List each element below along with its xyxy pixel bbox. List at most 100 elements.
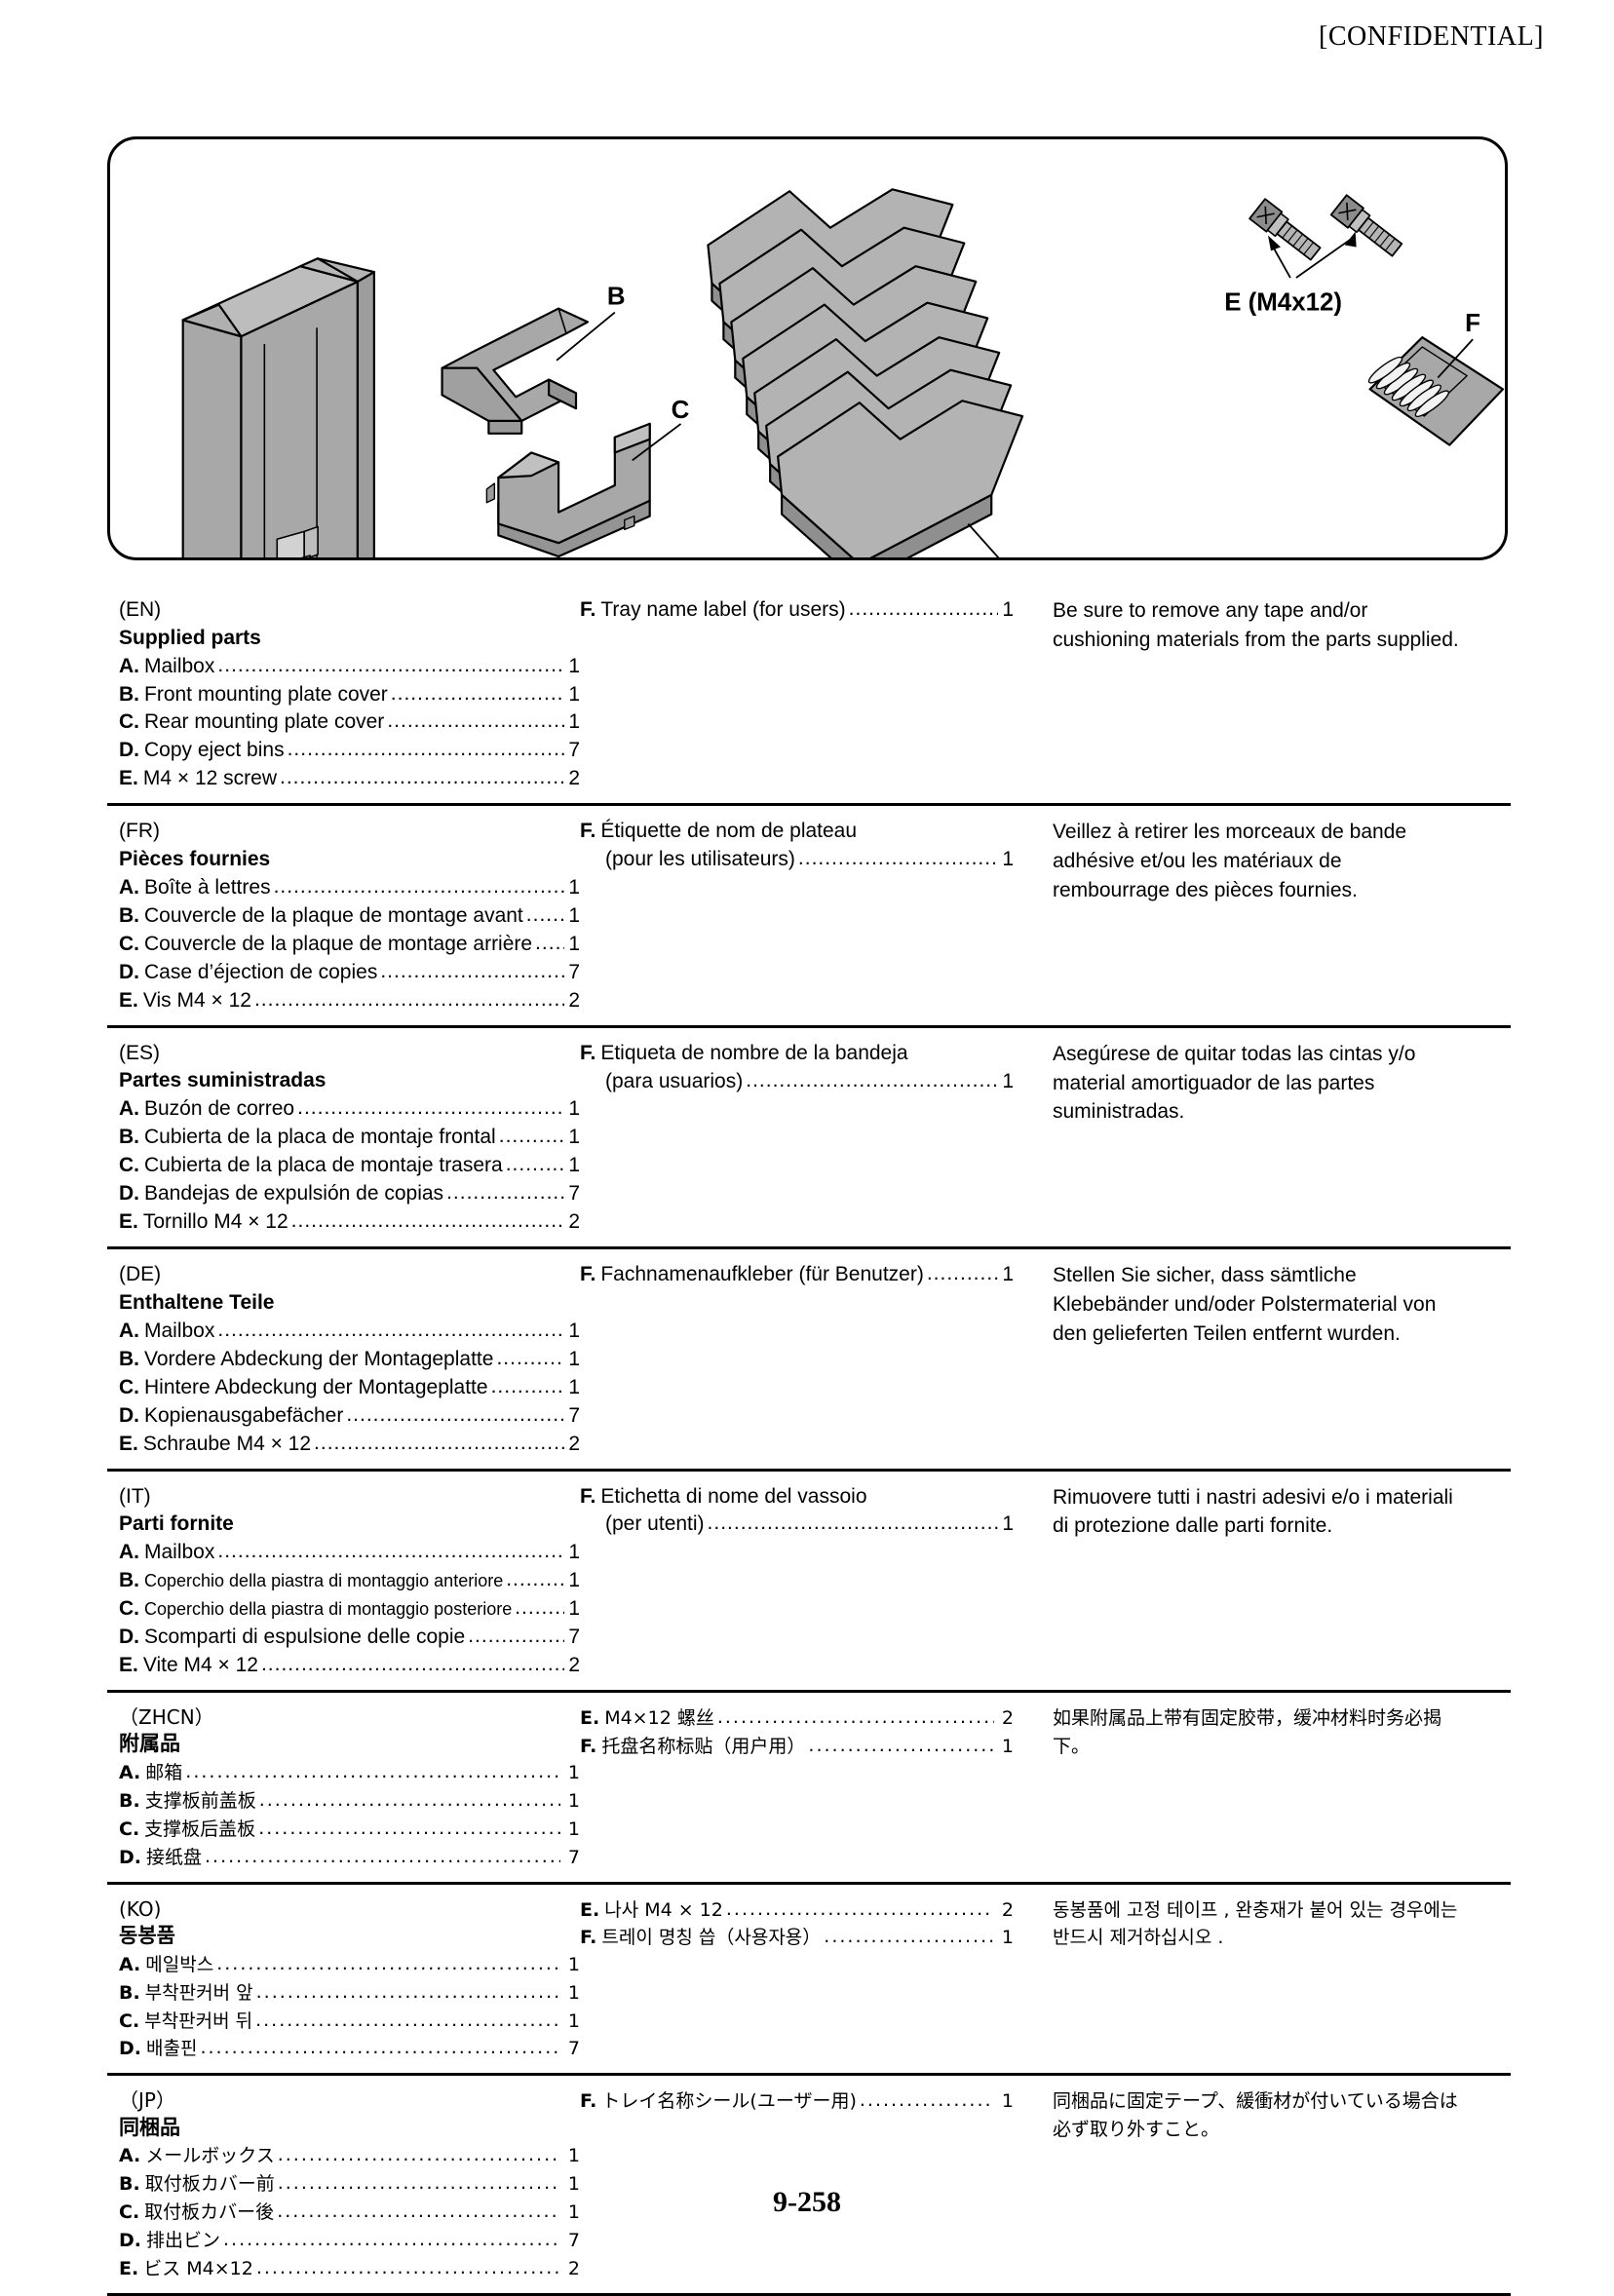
- part-quantity: 7: [568, 1403, 580, 1427]
- extra-parts-list: F. Fachnamenaufkleber (für Benutzer).....…: [580, 1261, 1014, 1289]
- parts-list: A. Mailbox...............................…: [119, 1318, 580, 1459]
- part-letter: A.: [119, 875, 139, 899]
- extra-part-item: E. 나사 M4 × 12............................…: [580, 1896, 1014, 1925]
- part-quantity: 1: [568, 932, 580, 955]
- part-letter: C.: [119, 710, 139, 734]
- part-letter: D.: [119, 739, 139, 762]
- part-quantity: 7: [567, 2038, 580, 2060]
- part-letter: A.: [119, 1319, 139, 1342]
- confidential-header: [CONFIDENTIAL]: [1319, 21, 1544, 52]
- part-quantity: 1: [567, 2145, 580, 2167]
- part-quantity: 1: [568, 1596, 580, 1620]
- part-letter: D.: [119, 2038, 141, 2060]
- part-list-item: D. Bandejas de expulsión de copias.......…: [119, 1180, 580, 1208]
- part-quantity: 1: [568, 654, 580, 677]
- part-quantity: 7: [568, 1182, 580, 1205]
- part-name: M4×12 螺丝: [604, 1706, 714, 1729]
- part-list-item: C. Couvercle de la plaque de montage arri…: [119, 931, 580, 959]
- part-name: Etichetta di nome del vassoio: [600, 1484, 867, 1508]
- removal-note: 同梱品に固定テープ、緩衝材が付いている場合は必ず取り外すこと。: [1053, 2090, 1458, 2141]
- note-column: Asegúrese de quitar todas las cintas y/o…: [1053, 1040, 1481, 1237]
- section-title: Partes suministradas: [119, 1069, 327, 1092]
- language-code: (FR): [119, 820, 160, 843]
- part-quantity: 2: [568, 1432, 580, 1455]
- m4x12-screws-illustration: [1249, 194, 1403, 279]
- part-name: Rear mounting plate cover: [144, 710, 385, 734]
- part-quantity: 2: [568, 988, 580, 1012]
- part-name: Coperchio della piastra di montaggio ant…: [144, 1571, 504, 1590]
- extra-parts-list: F. Etiqueta de nombre de la bandeja (para …: [580, 1040, 1014, 1096]
- language-block-jp: （JP） 同梱品 A. メールボックス........................…: [107, 2073, 1511, 2293]
- part-list-item: A. 邮箱....................................…: [119, 1759, 580, 1787]
- part-letter: E.: [580, 1706, 600, 1729]
- parts-list: A. 메일박스..................................…: [119, 1951, 580, 2064]
- part-name-continued: (per utenti): [605, 1512, 705, 1536]
- parts-column: （ZHCN） 附属品 A. 邮箱...........................…: [107, 1704, 580, 1872]
- part-name: Kopienausgabefächer: [144, 1403, 344, 1427]
- note-column: Stellen Sie sicher, dass sämtliche Klebe…: [1053, 1261, 1481, 1458]
- part-letter: F.: [580, 598, 596, 621]
- part-list-item: E. Vis M4 × 12...........................…: [119, 987, 580, 1015]
- part-list-item: B. Vordere Abdeckung der Montageplatte...…: [119, 1346, 580, 1374]
- part-list-item: B. 부착판커버 앞...............................…: [119, 1979, 580, 2008]
- removal-note: 如果附属品上带有固定胶带，缓冲材料时务必揭下。: [1053, 1706, 1442, 1757]
- part-name: メールボックス: [145, 2145, 275, 2167]
- part-name: Hintere Abdeckung der Montageplatte: [144, 1375, 488, 1398]
- front-mounting-plate-cover-illustration: [441, 307, 616, 435]
- part-letter: F.: [580, 1041, 596, 1064]
- part-list-item: A. Mailbox...............................…: [119, 653, 580, 681]
- part-letter: F.: [580, 1263, 596, 1286]
- document-page: [CONFIDENTIAL] B C E (M4x12) F (EN) Supp…: [0, 0, 1614, 2296]
- part-quantity: 2: [568, 1653, 580, 1676]
- part-name: 接纸盘: [146, 1846, 203, 1868]
- leader-dots: ........................................…: [446, 1181, 564, 1205]
- part-list-item: D. 排出ビン..................................…: [119, 2227, 580, 2255]
- copy-eject-bins-illustration: [707, 188, 1024, 557]
- part-letter: E.: [119, 1653, 138, 1676]
- part-name: 支撑板后盖板: [144, 1818, 256, 1840]
- removal-note: Veillez à retirer les morceaux de bande …: [1053, 821, 1407, 901]
- leader-dots: ........................................…: [290, 1209, 564, 1233]
- parts-column: (IT) Parti fornite A. Mailbox..............…: [107, 1483, 580, 1680]
- leader-dots: ........................................…: [498, 1125, 564, 1148]
- part-letter: C.: [119, 932, 139, 955]
- part-letter: F.: [580, 820, 596, 843]
- language-code: (ES): [119, 1041, 160, 1064]
- part-name-continued: (pour les utilisateurs): [605, 848, 795, 871]
- leader-dots: ........................................…: [314, 1431, 564, 1454]
- part-letter: B.: [119, 903, 139, 927]
- callout-label-f: F: [1465, 310, 1480, 337]
- part-name-continued: (para usuarios): [605, 1069, 744, 1092]
- part-name: Mailbox: [144, 654, 215, 677]
- parts-list: A. Boîte à lettres.......................…: [119, 874, 580, 1015]
- part-list-item: C. 부착판커버 뒤...............................…: [119, 2008, 580, 2036]
- part-name: Mailbox: [144, 1319, 215, 1342]
- leader-dots: ........................................…: [380, 959, 564, 982]
- part-letter: A.: [119, 1953, 141, 1975]
- leader-dots: ........................................…: [390, 681, 564, 705]
- part-list-item: E. M4 × 12 screw.........................…: [119, 765, 580, 793]
- part-name: M4 × 12 screw: [142, 767, 277, 790]
- leader-dots: ........................................…: [223, 2229, 560, 2251]
- parts-column: (FR) Pièces fournies A. Boîte à lettres....…: [107, 818, 580, 1014]
- leader-dots: ........................................…: [185, 1761, 560, 1783]
- leader-dots: ........................................…: [926, 1262, 998, 1285]
- part-letter: F.: [580, 1735, 597, 1757]
- extra-parts-list: E. 나사 M4 × 12............................…: [580, 1896, 1014, 1953]
- part-letter: C.: [119, 1818, 140, 1840]
- leader-dots: ........................................…: [253, 987, 564, 1011]
- extra-part-item: F. Étiquette de nom de plateau (pour les u…: [580, 818, 1014, 874]
- extra-part-item: F. Fachnamenaufkleber (für Benutzer).....…: [580, 1261, 1014, 1289]
- part-name: Mailbox: [144, 1541, 215, 1564]
- part-name: Boîte à lettres: [144, 875, 271, 899]
- part-list-item: B. Couvercle de la plaque de montage avan…: [119, 902, 580, 931]
- supplied-parts-language-list: (EN) Supplied parts A. Mailbox.............…: [107, 585, 1511, 2293]
- language-block-ko: (KO) 동봉품 A. 메일박스...........................…: [107, 1881, 1511, 2074]
- part-name: 배출핀: [146, 2038, 198, 2060]
- parts-column: (EN) Supplied parts A. Mailbox.............…: [107, 596, 580, 793]
- part-quantity: 1: [568, 682, 580, 706]
- part-letter: D.: [119, 960, 139, 983]
- part-list-item: D. Copy eject bins.......................…: [119, 737, 580, 765]
- extra-parts-column: F. Fachnamenaufkleber (für Benutzer).....…: [580, 1261, 1053, 1458]
- part-quantity: 7: [567, 2230, 580, 2252]
